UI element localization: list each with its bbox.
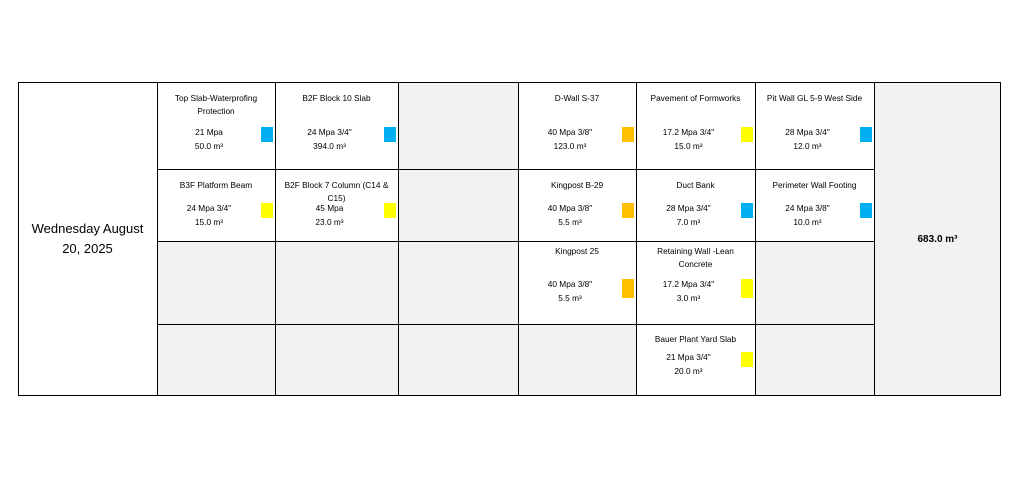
pour-name: Pit Wall GL 5-9 West Side: [766, 93, 863, 103]
pour-name: Bauer Plant Yard Slab: [654, 334, 737, 344]
pour-cell: Duct Bank 28 Mpa 3/4" 7.0 m³: [636, 169, 755, 241]
pour-cell: B3F Platform Beam 24 Mpa 3/4" 15.0 m³: [157, 169, 275, 241]
schedule-grid: Wednesday August 20, 2025 683.0 m³ Top S…: [18, 82, 1001, 396]
empty-cell: [275, 324, 398, 396]
pour-cell: Kingpost 25 40 Mpa 3/8" 5.5 m³: [518, 241, 636, 324]
empty-cell: [755, 241, 874, 324]
pour-volume: 15.0 m³: [194, 217, 224, 227]
pour-name: B2F Block 7 Column (C14 & C15): [284, 180, 389, 203]
pour-volume: 5.5 m³: [558, 217, 582, 227]
pour-volume: 50.0 m³: [194, 141, 224, 151]
pour-volume: 20.0 m³: [674, 366, 703, 376]
mix-color-swatch: [261, 203, 273, 218]
pour-cell: B2F Block 7 Column (C14 & C15) 45 Mpa 23.0…: [275, 169, 398, 241]
empty-cell: [398, 82, 518, 169]
pour-cell: Pavement of Formworks 17.2 Mpa 3/4" 15.0 m…: [636, 82, 755, 169]
empty-cell: [157, 241, 275, 324]
column-divider: [157, 82, 158, 396]
pour-strength: 17.2 Mpa 3/4": [662, 127, 715, 137]
column-divider: [518, 82, 519, 396]
column-divider: [755, 82, 756, 396]
row-divider: [157, 241, 874, 242]
mix-color-swatch: [622, 127, 634, 142]
empty-cell: [398, 324, 518, 396]
border-top: [18, 82, 1001, 83]
empty-cell: [157, 324, 275, 396]
pour-cell: Retaining Wall -Lean Concrete 17.2 Mpa 3/…: [636, 241, 755, 324]
mix-color-swatch: [622, 203, 634, 218]
pour-volume: 5.5 m³: [558, 293, 582, 303]
date-line-1: Wednesday August: [31, 221, 144, 236]
border-bottom: [18, 395, 1001, 396]
pour-volume: 123.0 m³: [553, 141, 587, 151]
pour-name: Kingpost B-29: [550, 180, 604, 190]
pour-cell: D-Wall S-37 40 Mpa 3/8" 123.0 m³: [518, 82, 636, 169]
column-divider: [636, 82, 637, 396]
pour-volume: 12.0 m³: [793, 141, 822, 151]
empty-cell: [398, 169, 518, 241]
pour-strength: 40 Mpa 3/8": [547, 203, 593, 213]
border-right: [1000, 82, 1001, 396]
empty-cell: [518, 324, 636, 396]
total-volume: 683.0 m³: [917, 233, 958, 245]
pour-volume: 15.0 m³: [674, 141, 703, 151]
empty-cell: [755, 324, 874, 396]
empty-cell: [398, 241, 518, 324]
pour-cell: Bauer Plant Yard Slab 21 Mpa 3/4" 20.0 m³: [636, 324, 755, 396]
pour-strength: 21 Mpa 3/4": [666, 352, 711, 362]
pour-name: Pavement of Formworks: [650, 93, 741, 103]
mix-color-swatch: [261, 127, 273, 142]
pour-strength: 17.2 Mpa 3/4": [662, 279, 715, 289]
pour-strength: 45 Mpa: [315, 203, 344, 213]
pour-name: Retaining Wall -Lean Concrete: [657, 246, 734, 269]
mix-color-swatch: [860, 203, 872, 218]
pour-strength: 28 Mpa 3/4": [666, 203, 711, 213]
pour-strength: 24 Mpa 3/4": [307, 127, 352, 137]
pour-name: Kingpost 25: [555, 246, 599, 256]
mix-color-swatch: [741, 352, 753, 367]
empty-cell: [275, 241, 398, 324]
pour-volume: 10.0 m³: [793, 217, 822, 227]
pour-strength: 24 Mpa 3/4": [186, 203, 232, 213]
mix-color-swatch: [622, 279, 634, 298]
mix-color-swatch: [741, 203, 753, 218]
pour-name: Duct Bank: [676, 180, 715, 190]
date-cell: Wednesday August 20, 2025: [18, 82, 157, 396]
pour-cell: B2F Block 10 Slab 24 Mpa 3/4" 394.0 m³: [275, 82, 398, 169]
mix-color-swatch: [860, 127, 872, 142]
border-left: [18, 82, 19, 396]
row-divider: [157, 324, 874, 325]
pour-cell: Pit Wall GL 5-9 West Side 28 Mpa 3/4" 12.0…: [755, 82, 874, 169]
mix-color-swatch: [384, 127, 396, 142]
column-divider: [874, 82, 875, 396]
pour-name: Top Slab-Waterprofing Protection: [174, 93, 258, 116]
pour-strength: 40 Mpa 3/8": [547, 279, 593, 289]
pour-cell: Kingpost B-29 40 Mpa 3/8" 5.5 m³: [518, 169, 636, 241]
column-divider: [275, 82, 276, 396]
pour-name: B2F Block 10 Slab: [302, 93, 371, 103]
pour-name: D-Wall S-37: [554, 93, 600, 103]
pour-strength: 40 Mpa 3/8": [547, 127, 593, 137]
pour-volume: 7.0 m³: [676, 217, 701, 227]
pour-cell: Perimeter Wall Footing 24 Mpa 3/8" 10.0 m³: [755, 169, 874, 241]
pour-strength: 21 Mpa: [195, 127, 223, 137]
column-divider: [398, 82, 399, 396]
pour-volume: 3.0 m³: [676, 293, 701, 303]
mix-color-swatch: [741, 127, 753, 142]
pour-strength: 24 Mpa 3/8": [785, 203, 830, 213]
pour-name: Perimeter Wall Footing: [772, 180, 857, 190]
pour-strength: 28 Mpa 3/4": [785, 127, 830, 137]
mix-color-swatch: [384, 203, 396, 218]
date-line-2: 20, 2025: [62, 241, 113, 256]
pour-name: B3F Platform Beam: [179, 180, 253, 190]
row-divider: [157, 169, 874, 170]
pour-cell: Top Slab-Waterprofing Protection 21 Mpa 50…: [157, 82, 275, 169]
pour-volume: 23.0 m³: [315, 217, 344, 227]
pour-volume: 394.0 m³: [313, 141, 346, 151]
mix-color-swatch: [741, 279, 753, 298]
